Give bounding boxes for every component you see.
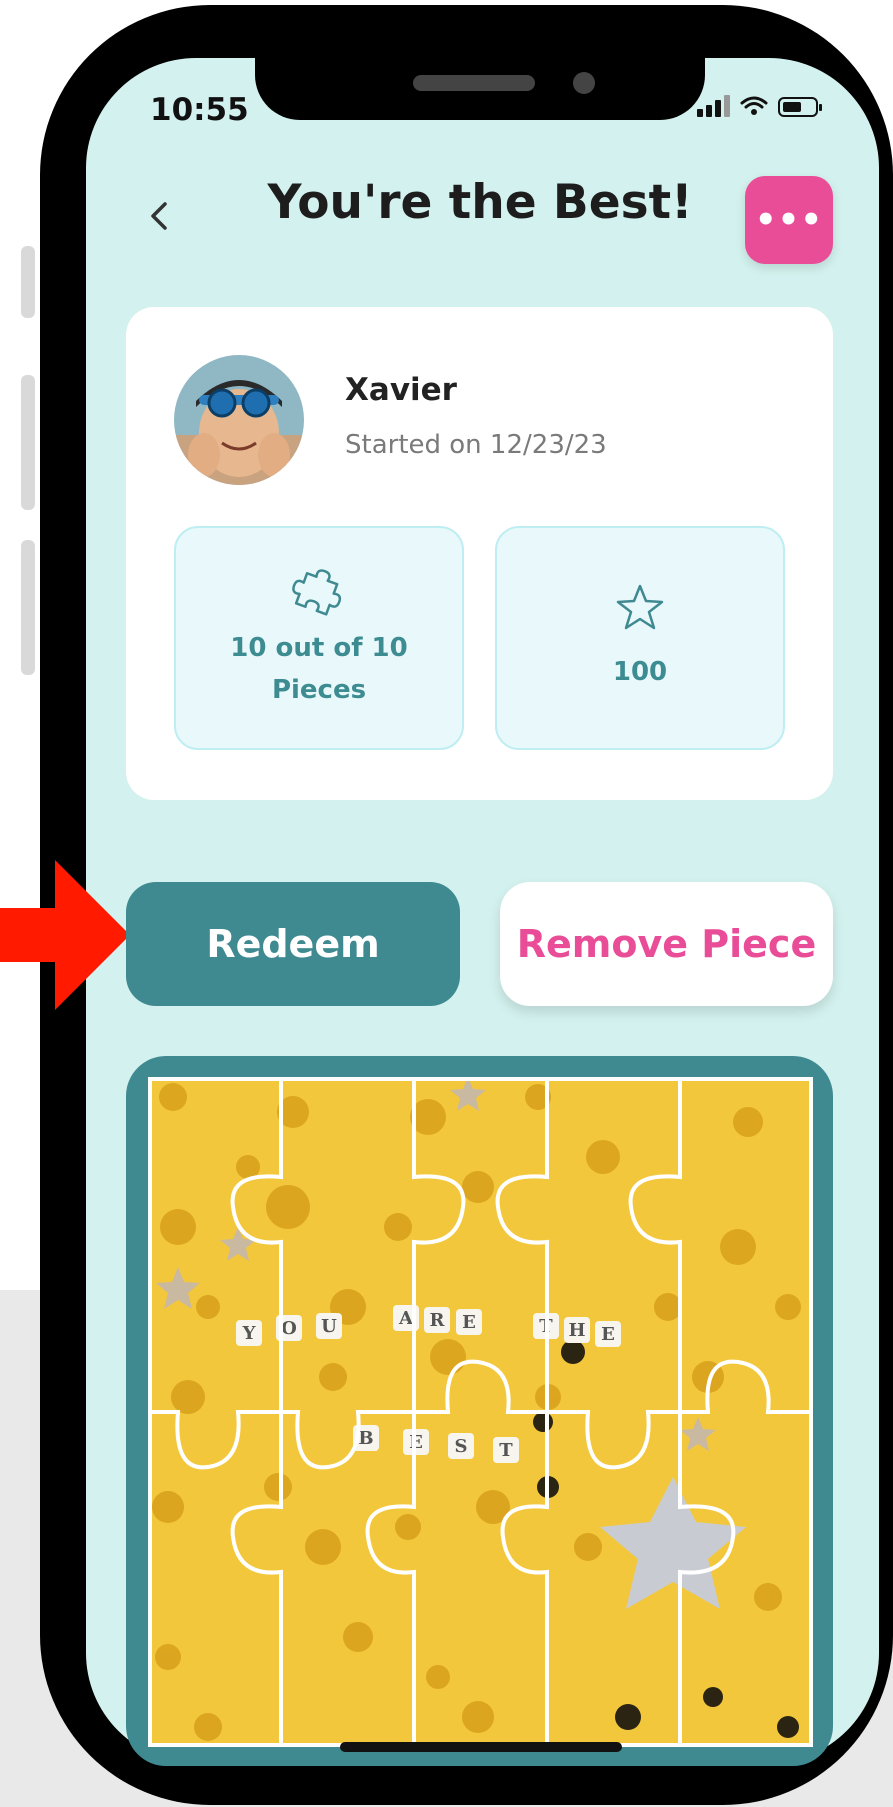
back-chevron-icon[interactable] [143, 196, 173, 236]
puzzle-letter: S [455, 1436, 468, 1457]
more-dots-icon: ••• [754, 200, 824, 240]
puzzle-letter: U [321, 1316, 337, 1337]
puzzle-letter: B [358, 1428, 373, 1449]
speaker-grille [413, 75, 535, 91]
points-value: 100 [612, 657, 668, 688]
pieces-stat: 10 out of 10 Pieces [174, 526, 464, 750]
remove-piece-button[interactable]: Remove Piece [500, 882, 833, 1006]
star-icon [616, 584, 664, 630]
redeem-button[interactable]: Redeem [126, 882, 460, 1006]
page-title: You're the Best! [267, 175, 693, 230]
puzzle-letter: H [568, 1320, 585, 1341]
avatar [174, 355, 304, 485]
signal-icon [697, 95, 730, 117]
puzzle-letter: R [430, 1310, 446, 1331]
puzzle-letter: E [601, 1324, 615, 1345]
child-name: Xavier [345, 372, 457, 408]
puzzle-piece-icon [292, 569, 342, 616]
puzzle-letter: Y [242, 1323, 257, 1344]
side-button-mute [21, 246, 35, 318]
side-button-volume-up [21, 375, 35, 510]
pieces-label: Pieces [271, 675, 367, 705]
points-stat: 100 [495, 526, 785, 750]
more-options-button[interactable]: ••• [745, 176, 833, 264]
puzzle-image[interactable]: Y O U A R E T H E B E S T [148, 1077, 813, 1747]
side-button-volume-down [21, 540, 35, 675]
start-date: Started on 12/23/23 [345, 430, 607, 460]
status-time: 10:55 [150, 92, 249, 128]
puzzle-letter: T [499, 1440, 513, 1461]
wifi-icon [740, 96, 768, 115]
pointer-arrow-icon [0, 860, 130, 1010]
puzzle-letter: O [281, 1318, 297, 1339]
status-icons [697, 95, 822, 117]
puzzle-letter: A [398, 1308, 414, 1329]
home-indicator [340, 1742, 622, 1752]
puzzle-letter: E [462, 1312, 476, 1333]
pieces-count: 10 out of 10 [230, 633, 408, 664]
battery-icon [778, 97, 822, 117]
front-camera [573, 72, 595, 94]
